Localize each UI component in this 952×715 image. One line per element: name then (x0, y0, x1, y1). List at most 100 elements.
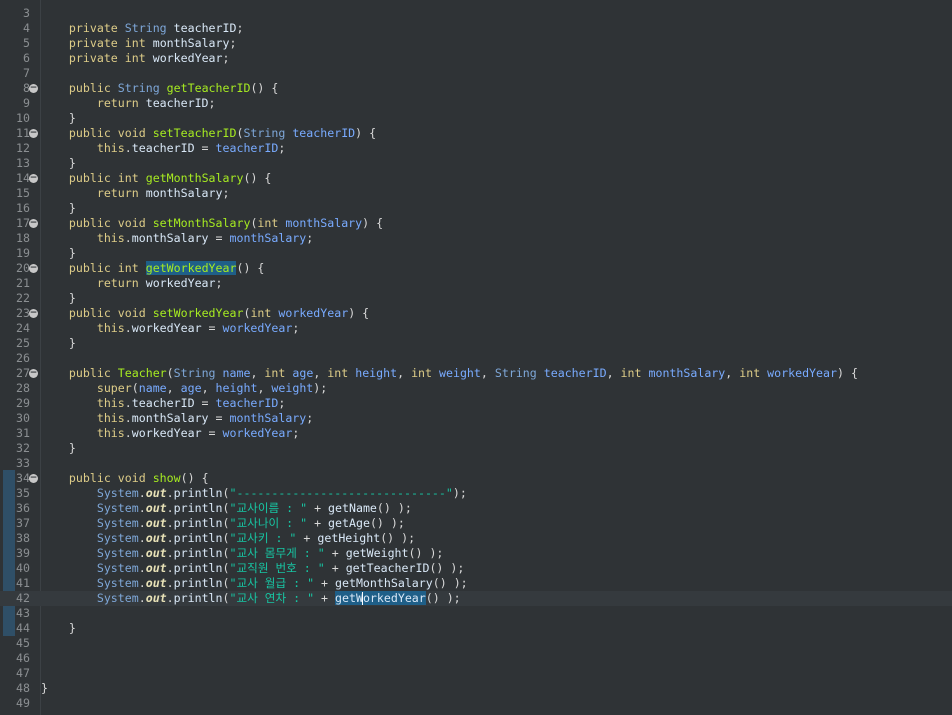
code-line[interactable]: 25 } (0, 336, 952, 351)
code-line[interactable]: 16 } (0, 201, 952, 216)
code-line[interactable]: 7 (0, 66, 952, 81)
fold-collapse-icon[interactable]: − (29, 84, 38, 93)
fold-collapse-icon[interactable]: − (29, 309, 38, 318)
code-line[interactable]: 43 (0, 606, 952, 621)
code-token: ( (222, 591, 230, 605)
code-token: . (166, 486, 174, 500)
code-line[interactable]: 24 this.workedYear = workedYear; (0, 321, 952, 336)
code-line[interactable]: 41 System.out.println("교사 월급 : " + getMo… (0, 576, 952, 591)
code-line[interactable]: 12 this.teacherID = teacherID; (0, 141, 952, 156)
code-text: return teacherID; (41, 96, 216, 111)
code-token: teacherID (292, 126, 356, 140)
fold-collapse-icon[interactable]: − (29, 474, 38, 483)
code-line[interactable]: 30 this.monthSalary = monthSalary; (0, 411, 952, 426)
code-text: System.out.println("교사나이 : " + getAge() … (41, 516, 405, 531)
code-line[interactable]: 20− public int getWorkedYear() { (0, 261, 952, 276)
code-token: ) { (362, 216, 384, 230)
code-editor[interactable]: 34 private String teacherID; 5 private in… (0, 0, 952, 715)
code-line[interactable]: 27− public Teacher(String name, int age,… (0, 366, 952, 381)
code-line[interactable]: 11− public void setTeacherID(String teac… (0, 126, 952, 141)
code-text: this.workedYear = workedYear; (41, 426, 299, 441)
code-token: . (124, 231, 132, 245)
code-line[interactable]: 19 } (0, 246, 952, 261)
code-token: = (194, 141, 216, 155)
code-line[interactable]: 31 this.workedYear = workedYear; (0, 426, 952, 441)
code-line[interactable]: 6 private int workedYear; (0, 51, 952, 66)
code-line[interactable]: 4 private String teacherID; (0, 21, 952, 36)
code-line[interactable]: 14− public int getMonthSalary() { (0, 171, 952, 186)
code-token: = (201, 321, 223, 335)
code-line[interactable]: 37 System.out.println("교사나이 : " + getAge… (0, 516, 952, 531)
code-token: getAge (328, 516, 370, 530)
fold-collapse-icon[interactable]: − (29, 264, 38, 273)
code-line[interactable]: 46 (0, 651, 952, 666)
code-token: ; (278, 396, 286, 410)
code-token: + (314, 591, 336, 605)
code-token: out (145, 486, 167, 500)
code-token: monthSalary (648, 366, 726, 380)
code-token: setMonthSalary (152, 216, 251, 230)
code-line[interactable]: 8− public String getTeacherID() { (0, 81, 952, 96)
code-line[interactable]: 39 System.out.println("교사 몸무게 : " + getW… (0, 546, 952, 561)
code-token: ; (292, 426, 300, 440)
line-number: 10 (16, 111, 30, 125)
code-line[interactable]: 18 this.monthSalary = monthSalary; (0, 231, 952, 246)
code-line[interactable]: 34− public void show() { (0, 471, 952, 486)
code-line[interactable]: 40 System.out.println("교직원 번호 : " + getT… (0, 561, 952, 576)
code-token: getName (328, 501, 377, 515)
code-line[interactable]: 28 super(name, age, height, weight); (0, 381, 952, 396)
code-line[interactable]: 35 System.out.println("-----------------… (0, 486, 952, 501)
code-line[interactable]: 47 (0, 666, 952, 681)
code-line[interactable]: 5 private int monthSalary; (0, 36, 952, 51)
code-token: . (166, 576, 174, 590)
code-line[interactable]: 36 System.out.println("교사이름 : " + getNam… (0, 501, 952, 516)
code-line[interactable]: 45 (0, 636, 952, 651)
code-line[interactable]: 10 } (0, 111, 952, 126)
code-token: String (124, 21, 167, 35)
code-token: void (117, 306, 146, 320)
fold-collapse-icon[interactable]: − (29, 129, 38, 138)
code-line[interactable]: 49 (0, 696, 952, 711)
code-token: return (96, 276, 139, 290)
code-line[interactable]: 9 return teacherID; (0, 96, 952, 111)
code-text: public String getTeacherID() { (41, 81, 278, 96)
code-token: . (124, 426, 132, 440)
code-token: Teacher (117, 366, 167, 380)
code-text: super(name, age, height, weight); (41, 381, 327, 396)
code-token: . (166, 501, 174, 515)
code-line[interactable]: 38 System.out.println("교사키 : " + getHeig… (0, 531, 952, 546)
code-line[interactable]: 15 return monthSalary; (0, 186, 952, 201)
code-token: ; (278, 141, 286, 155)
code-line[interactable]: 26 (0, 351, 952, 366)
code-token: ( (222, 501, 230, 515)
code-line[interactable]: 13 } (0, 156, 952, 171)
code-token: out (145, 591, 167, 605)
code-line[interactable]: 33 (0, 456, 952, 471)
code-line[interactable]: 3 (0, 6, 952, 21)
code-line[interactable]: 17− public void setMonthSalary(int month… (0, 216, 952, 231)
code-line[interactable]: 48} (0, 681, 952, 696)
code-text: this.monthSalary = monthSalary; (41, 411, 313, 426)
fold-collapse-icon[interactable]: − (29, 174, 38, 183)
fold-collapse-icon[interactable]: − (29, 369, 38, 378)
fold-collapse-icon[interactable]: − (29, 219, 38, 228)
code-line[interactable]: 32 } (0, 441, 952, 456)
code-text: System.out.println("교사 월급 : " + getMonth… (41, 576, 468, 591)
code-line[interactable]: 23− public void setWorkedYear(int worked… (0, 306, 952, 321)
code-token: () ); (432, 576, 468, 590)
code-line[interactable]: 21 return workedYear; (0, 276, 952, 291)
code-line[interactable]: 42 System.out.println("교사 연차 : " + getWo… (0, 591, 952, 606)
code-line[interactable]: 44 } (0, 621, 952, 636)
code-line[interactable]: 29 this.teacherID = teacherID; (0, 396, 952, 411)
code-line[interactable]: 22 } (0, 291, 952, 306)
code-token: System (96, 591, 139, 605)
